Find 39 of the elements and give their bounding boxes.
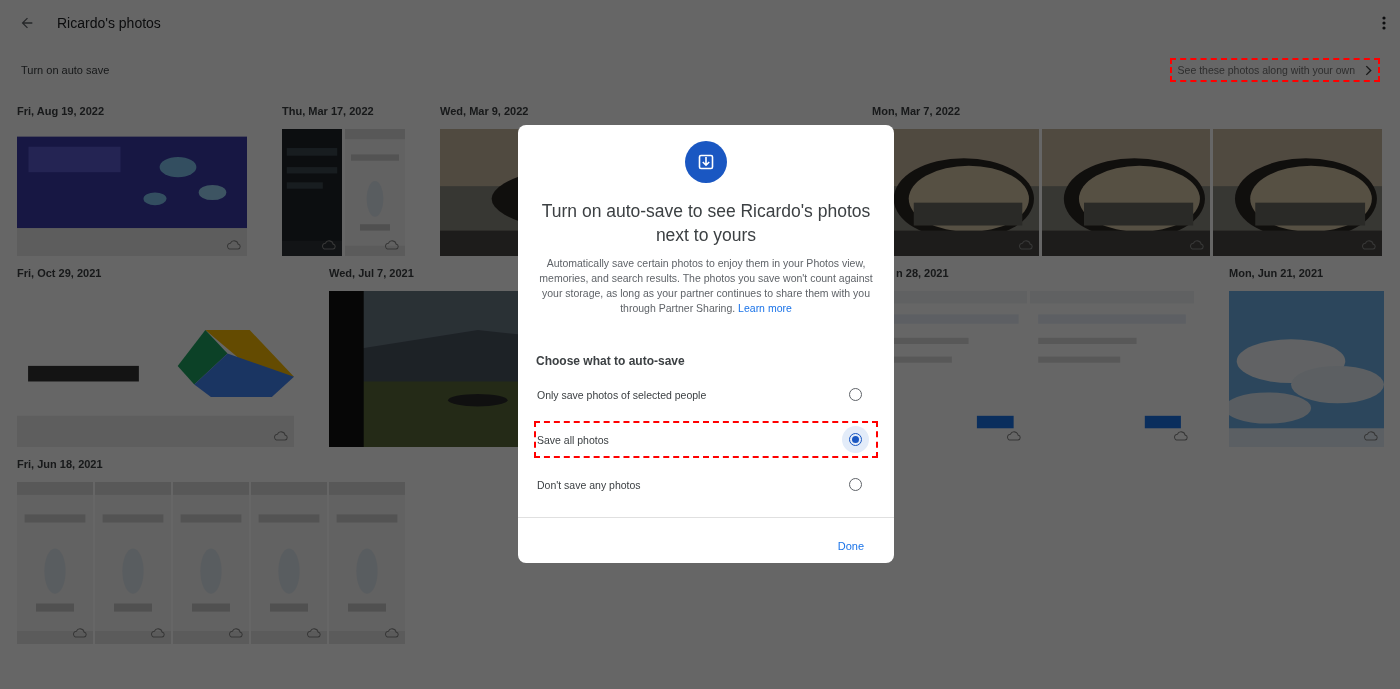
chevron-right-icon [1365, 64, 1372, 76]
cloud-icon [385, 628, 399, 638]
date-label: n 28, 2021 [896, 267, 949, 279]
date-label: Mon, Jun 21, 2021 [1229, 267, 1324, 279]
dialog-description: Automatically save certain photos to enjoy them in your Photos view, memories, and search results. The photos you save won't count against your storage, as long as your partner continues to share them with you through Partner Sharing. Learn more [538, 256, 874, 316]
cloud-icon [322, 240, 336, 250]
cloud-icon [385, 240, 399, 250]
auto-save-option[interactable]: Only save photos of selected people [534, 376, 878, 413]
auto-save-option[interactable]: Save all photos [534, 421, 878, 458]
cloud-icon [227, 240, 241, 250]
date-label: Fri, Jun 18, 2021 [17, 458, 103, 470]
date-label: Wed, Mar 9, 2022 [440, 105, 529, 117]
more-options-icon[interactable] [1382, 16, 1386, 30]
cloud-icon [274, 431, 288, 441]
cloud-icon [1362, 240, 1376, 250]
date-label: Fri, Oct 29, 2021 [17, 267, 102, 279]
section-label: Choose what to auto-save [536, 354, 685, 368]
back-arrow-icon[interactable] [19, 15, 35, 31]
date-label: Fri, Aug 19, 2022 [17, 105, 105, 117]
cloud-icon [1190, 240, 1204, 250]
cloud-icon [1174, 431, 1188, 441]
auto-save-hint: Turn on auto save [21, 64, 110, 76]
cloud-icon [1364, 431, 1378, 441]
download-icon [685, 141, 727, 183]
date-label: Thu, Mar 17, 2022 [282, 105, 374, 117]
dialog-title: Turn on auto-save to see Ricardo's photos next to yours [540, 200, 872, 247]
cloud-icon [229, 628, 243, 638]
cloud-icon [1019, 240, 1033, 250]
done-button[interactable]: Done [829, 534, 872, 558]
learn-more-link[interactable]: Learn more [738, 302, 792, 314]
date-label: Mon, Mar 7, 2022 [872, 105, 961, 117]
auto-save-option[interactable]: Don't save any photos [534, 466, 878, 503]
cloud-icon [151, 628, 165, 638]
cloud-icon [1007, 431, 1021, 441]
cloud-icon [307, 628, 321, 638]
page-title: Ricardo's photos [57, 15, 161, 31]
cloud-icon [73, 628, 87, 638]
date-label: Wed, Jul 7, 2021 [329, 267, 414, 279]
radio-button[interactable] [842, 426, 869, 453]
